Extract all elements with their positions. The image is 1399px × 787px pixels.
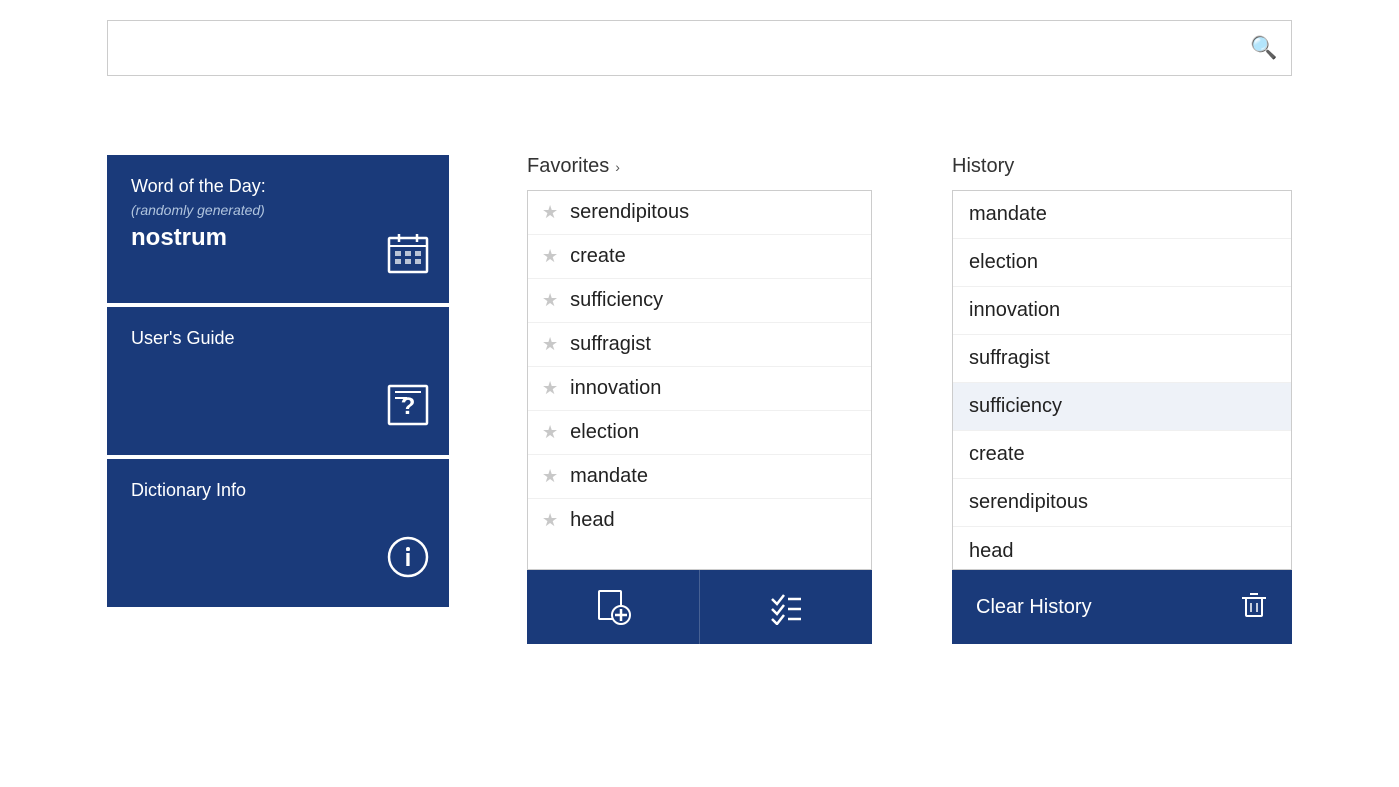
star-icon: ★ xyxy=(542,378,558,399)
star-icon: ★ xyxy=(542,422,558,443)
list-item[interactable]: innovation xyxy=(953,287,1291,335)
history-word: serendipitous xyxy=(969,491,1088,514)
list-item[interactable]: serendipitous xyxy=(953,479,1291,527)
history-header: History xyxy=(952,155,1292,178)
help-icon: ? xyxy=(387,384,429,435)
list-item[interactable]: head xyxy=(953,527,1291,570)
clear-history-button[interactable]: Clear History xyxy=(952,570,1292,644)
list-item[interactable]: ★ serendipitous xyxy=(528,191,871,235)
favorite-word: election xyxy=(570,421,639,444)
trash-icon xyxy=(1240,590,1268,625)
list-item[interactable]: ★ sufficiency xyxy=(528,279,871,323)
list-item[interactable]: ★ innovation xyxy=(528,367,871,411)
history-word: mandate xyxy=(969,203,1047,226)
word-of-day-tile[interactable]: Word of the Day: (randomly generated) no… xyxy=(107,155,449,303)
history-word: create xyxy=(969,443,1025,466)
list-item[interactable]: ★ mandate xyxy=(528,455,871,499)
list-item[interactable]: suffragist xyxy=(953,335,1291,383)
list-item[interactable]: ★ election xyxy=(528,411,871,455)
favorites-actions xyxy=(527,570,872,644)
star-icon: ★ xyxy=(542,510,558,531)
list-item[interactable]: ★ suffragist xyxy=(528,323,871,367)
star-icon: ★ xyxy=(542,334,558,355)
star-icon: ★ xyxy=(542,246,558,267)
star-icon: ★ xyxy=(542,290,558,311)
word-of-day-word: nostrum xyxy=(131,224,425,252)
history-word: head xyxy=(969,540,1014,563)
star-icon: ★ xyxy=(542,202,558,223)
users-guide-title: User's Guide xyxy=(131,327,425,350)
history-word: election xyxy=(969,251,1038,274)
add-favorite-button[interactable] xyxy=(527,570,699,644)
search-input[interactable] xyxy=(107,20,1292,76)
users-guide-tile[interactable]: User's Guide ? xyxy=(107,307,449,455)
history-panel: History mandate election innovation suff… xyxy=(952,155,1292,644)
favorites-chevron[interactable]: › xyxy=(615,159,620,175)
list-item[interactable]: create xyxy=(953,431,1291,479)
history-word: sufficiency xyxy=(969,395,1062,418)
manage-favorites-button[interactable] xyxy=(699,570,872,644)
list-item[interactable]: sufficiency xyxy=(953,383,1291,431)
star-icon: ★ xyxy=(542,466,558,487)
dictionary-info-tile[interactable]: Dictionary Info i xyxy=(107,459,449,607)
favorites-panel: Favorites › ★ serendipitous ★ create ★ s… xyxy=(527,155,872,644)
history-word: suffragist xyxy=(969,347,1050,370)
info-icon: i xyxy=(387,536,429,587)
list-item[interactable]: election xyxy=(953,239,1291,287)
favorite-word: create xyxy=(570,245,626,268)
favorites-title: Favorites xyxy=(527,155,609,178)
history-title: History xyxy=(952,155,1014,178)
word-of-day-subtitle: (randomly generated) xyxy=(131,202,425,218)
left-panel: Word of the Day: (randomly generated) no… xyxy=(107,155,449,611)
manage-favorites-icon xyxy=(768,589,804,625)
search-container: 🔍 xyxy=(107,20,1292,76)
favorites-list: ★ serendipitous ★ create ★ sufficiency ★… xyxy=(527,190,872,570)
history-list: mandate election innovation suffragist s… xyxy=(952,190,1292,570)
list-item[interactable]: ★ create xyxy=(528,235,871,279)
favorite-word: serendipitous xyxy=(570,201,689,224)
list-item[interactable]: mandate xyxy=(953,191,1291,239)
word-of-day-title: Word of the Day: xyxy=(131,175,425,198)
favorite-word: sufficiency xyxy=(570,289,663,312)
favorites-header: Favorites › xyxy=(527,155,872,178)
clear-history-label: Clear History xyxy=(976,596,1092,619)
favorite-word: innovation xyxy=(570,377,661,400)
search-button[interactable]: 🔍 xyxy=(1236,20,1292,76)
history-word: innovation xyxy=(969,299,1060,322)
favorite-word: head xyxy=(570,509,615,532)
add-favorite-icon xyxy=(595,589,631,625)
dictionary-info-title: Dictionary Info xyxy=(131,479,425,502)
search-icon: 🔍 xyxy=(1250,35,1277,61)
favorite-word: mandate xyxy=(570,465,648,488)
favorite-word: suffragist xyxy=(570,333,651,356)
list-item[interactable]: ★ head xyxy=(528,499,871,542)
calendar-icon xyxy=(387,232,429,283)
